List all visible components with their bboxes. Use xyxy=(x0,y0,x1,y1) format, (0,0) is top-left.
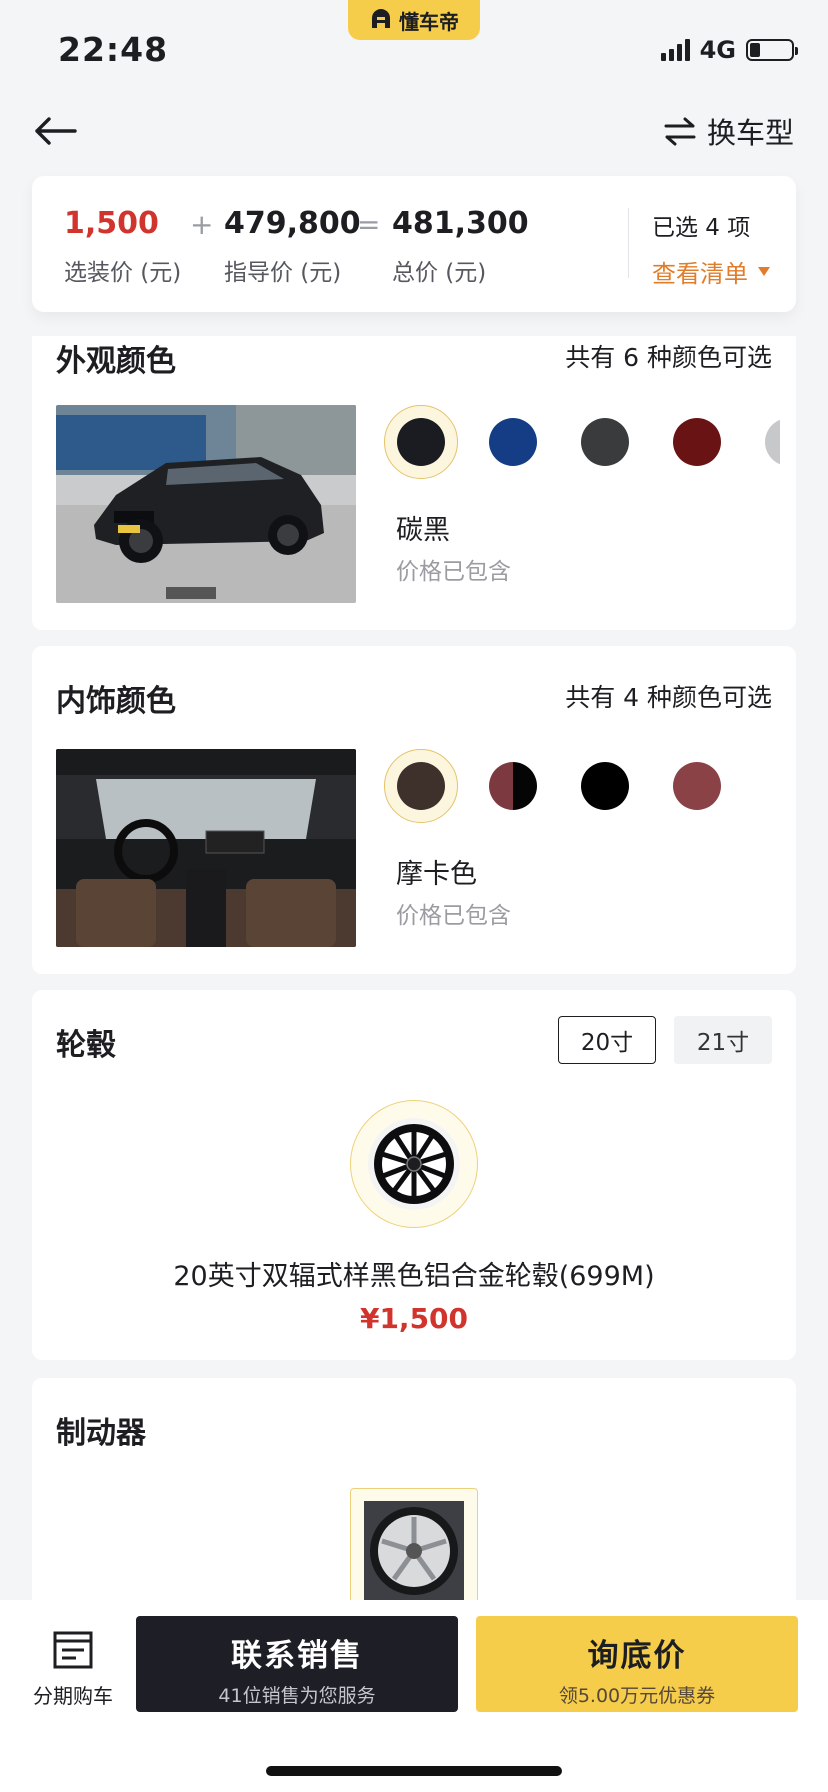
guide-price-block: 479,800 指导价 (元) xyxy=(224,206,361,287)
exterior-color-count: 共有 6 种颜色可选 xyxy=(565,343,772,372)
option-price-value: 1,500 xyxy=(64,206,159,241)
suv-exterior-photo xyxy=(56,405,356,603)
switch-model-label: 换车型 xyxy=(706,116,794,150)
interior-swatch[interactable] xyxy=(384,749,458,823)
car-interior-photo xyxy=(56,749,356,947)
exterior-car-image[interactable] xyxy=(56,405,356,603)
brake-wheel-icon xyxy=(364,1501,464,1601)
installment-button[interactable]: 分期购车 xyxy=(18,1630,128,1709)
interior-swatch[interactable] xyxy=(568,749,642,823)
swap-arrows-icon xyxy=(664,117,696,146)
exterior-swatch[interactable] xyxy=(568,405,642,479)
total-price-block: 481,300 总价 (元) xyxy=(392,206,529,287)
brake-option-selected[interactable] xyxy=(350,1488,478,1618)
interior-color-price-note: 价格已包含 xyxy=(396,903,511,929)
exterior-swatch-color xyxy=(581,418,629,466)
bottom-action-bar: 分期购车 联系销售 41位销售为您服务 询底价 领5.00万元优惠券 xyxy=(0,1600,828,1792)
interior-swatch-color xyxy=(673,762,721,810)
network-type: 4G xyxy=(699,36,736,64)
total-price-label: 总价 (元) xyxy=(392,260,487,286)
interior-color-title: 内饰颜色 xyxy=(56,684,176,719)
ask-price-label: 询底价 xyxy=(587,1638,687,1674)
exterior-swatch-color xyxy=(765,418,780,466)
status-bar: 22:48 懂车帝 4G xyxy=(0,0,828,96)
wheel-size-tabs: 20寸 21寸 xyxy=(558,1016,772,1064)
brake-section: 制动器 xyxy=(32,1378,796,1618)
wheel-title: 轮毂 xyxy=(56,1028,116,1063)
exterior-swatch[interactable] xyxy=(384,405,458,479)
exterior-swatch-color xyxy=(489,418,537,466)
price-summary-card: 1,500 选装价 (元) + 479,800 指导价 (元) = 481,30… xyxy=(32,176,796,312)
brand-logo-icon xyxy=(372,9,390,28)
switch-model-button[interactable]: 换车型 xyxy=(663,110,794,152)
interior-swatch[interactable] xyxy=(660,749,734,823)
tab-21-inch[interactable]: 21寸 xyxy=(674,1016,772,1064)
interior-swatch-color xyxy=(489,762,537,810)
brake-title: 制动器 xyxy=(56,1416,146,1451)
option-price-label: 选装价 (元) xyxy=(64,260,182,286)
status-time: 22:48 xyxy=(58,30,169,69)
selected-count: 已选 4 项 xyxy=(652,215,751,241)
contact-sales-button[interactable]: 联系销售 41位销售为您服务 xyxy=(136,1616,458,1712)
exterior-swatch-color xyxy=(397,418,445,466)
nav-bar: 换车型 xyxy=(0,96,828,180)
battery-icon xyxy=(746,39,798,61)
home-indicator[interactable] xyxy=(266,1766,562,1776)
contact-sales-label: 联系销售 xyxy=(231,1638,363,1674)
ask-price-sub: 领5.00万元优惠券 xyxy=(558,1685,716,1707)
tab-20-inch[interactable]: 20寸 xyxy=(558,1016,656,1064)
cellular-signal-icon xyxy=(660,39,690,61)
wheel-name: 20英寸双辐式样黑色铝合金轮毂(699M) xyxy=(173,1261,655,1292)
exterior-swatch[interactable] xyxy=(752,405,780,479)
interior-swatch[interactable] xyxy=(476,749,550,823)
interior-color-section: 内饰颜色 共有 4 种颜色可选 摩卡色 价格已包含 xyxy=(32,646,796,974)
view-list-label: 查看清单 xyxy=(652,260,748,288)
equals-sign: = xyxy=(357,208,381,241)
ask-lowest-price-button[interactable]: 询底价 领5.00万元优惠券 xyxy=(476,1616,798,1712)
wheel-icon xyxy=(368,1118,460,1210)
exterior-swatch-list xyxy=(384,405,780,479)
divider xyxy=(628,208,629,278)
plus-sign: + xyxy=(190,208,214,241)
option-price-block: 1,500 选装价 (元) xyxy=(64,206,181,287)
guide-price-value: 479,800 xyxy=(224,206,361,241)
brand-badge[interactable]: 懂车帝 xyxy=(348,0,480,40)
interior-color-name: 摩卡色 xyxy=(396,859,477,890)
exterior-swatch[interactable] xyxy=(660,405,734,479)
back-button[interactable] xyxy=(30,106,80,156)
wheel-section: 轮毂 20寸 21寸 20英寸双辐式样黑色铝合金轮毂(699M) ¥1,500 xyxy=(32,990,796,1360)
brand-name: 懂车帝 xyxy=(399,9,459,34)
document-icon xyxy=(53,1631,93,1669)
guide-price-label: 指导价 (元) xyxy=(224,260,342,286)
exterior-swatch-color xyxy=(673,418,721,466)
caret-down-icon xyxy=(758,267,770,276)
arrow-left-icon xyxy=(35,117,77,145)
exterior-swatch[interactable] xyxy=(476,405,550,479)
installment-label: 分期购车 xyxy=(33,1684,113,1708)
exterior-color-title: 外观颜色 xyxy=(56,344,176,379)
interior-swatch-list xyxy=(384,749,780,823)
exterior-color-section: 外观颜色 共有 6 种颜色可选 碳黑 价格已包含 xyxy=(32,336,796,630)
interior-car-image[interactable] xyxy=(56,749,356,947)
wheel-option-selected[interactable] xyxy=(350,1100,478,1228)
exterior-color-name: 碳黑 xyxy=(396,515,450,546)
exterior-color-price-note: 价格已包含 xyxy=(396,559,511,585)
contact-sales-sub: 41位销售为您服务 xyxy=(218,1685,376,1707)
total-price-value: 481,300 xyxy=(392,206,529,241)
interior-swatch-color xyxy=(397,762,445,810)
wheel-price: ¥1,500 xyxy=(359,1302,469,1335)
view-list-button[interactable]: 查看清单 xyxy=(652,254,770,289)
interior-swatch-color xyxy=(581,762,629,810)
interior-color-count: 共有 4 种颜色可选 xyxy=(565,683,772,712)
